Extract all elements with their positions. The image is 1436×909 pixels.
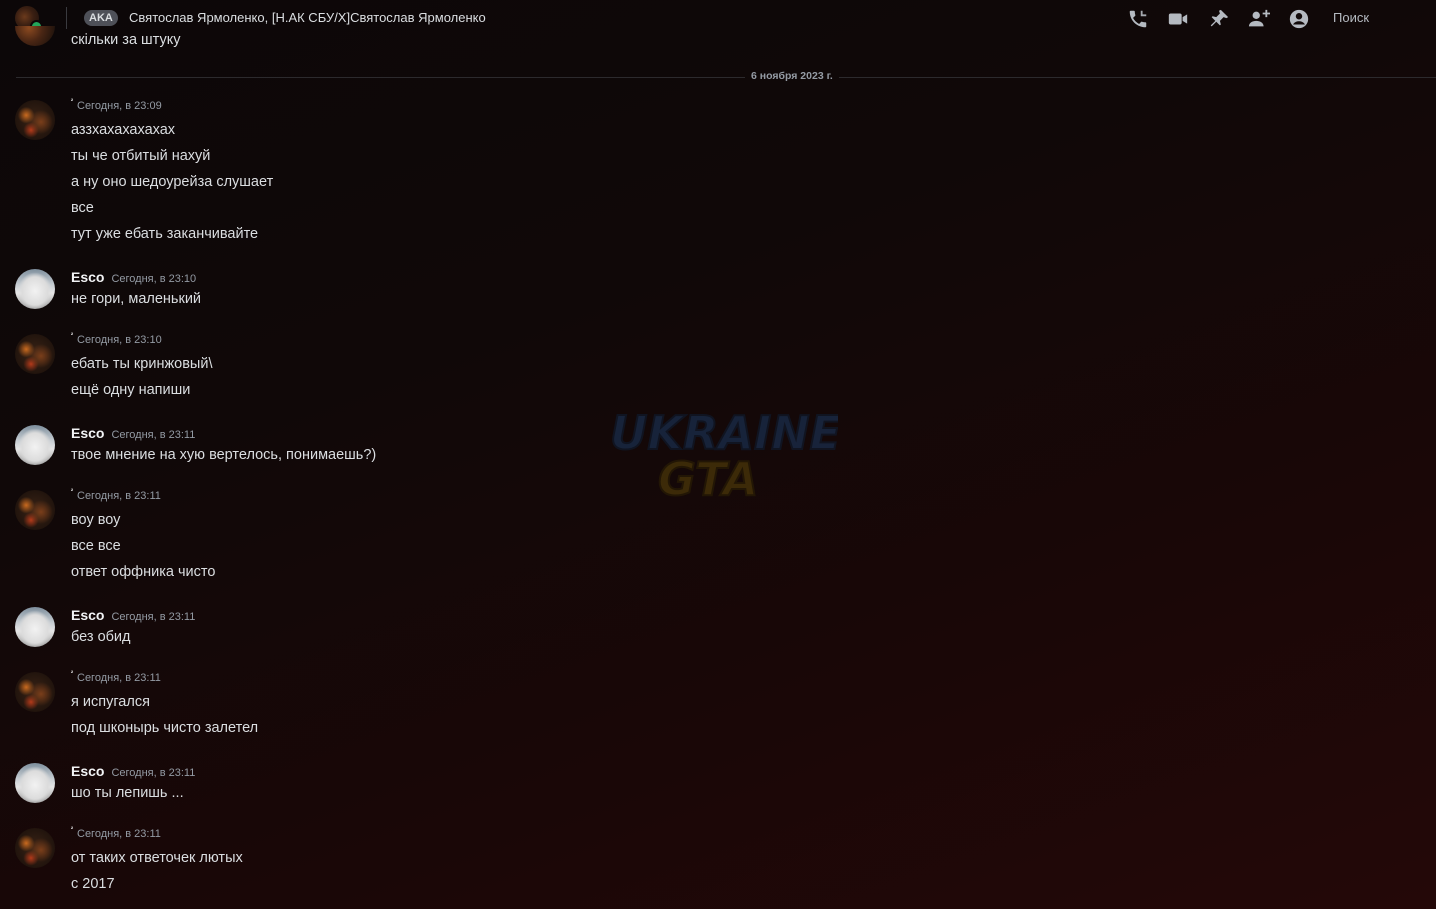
video-camera-icon[interactable] xyxy=(1167,8,1189,30)
message-line: а ну оно шедоурейза слушает xyxy=(71,174,274,190)
phone-call-icon[interactable] xyxy=(1127,8,1149,30)
avatar[interactable] xyxy=(15,490,55,530)
pin-icon[interactable] xyxy=(1208,8,1230,30)
message-line: шо ты лепишь ... xyxy=(71,785,184,801)
message-line: твое мнение на хую вертелось, понимаешь?… xyxy=(71,447,377,463)
timestamp: Сегодня, в 23:10 xyxy=(77,334,162,346)
timestamp: Сегодня, в 23:09 xyxy=(77,100,162,112)
message-line: тут уже ебать заканчивайте xyxy=(71,226,259,242)
header-divider xyxy=(66,7,67,29)
timestamp: Сегодня, в 23:11 xyxy=(111,429,196,441)
dm-title[interactable]: Святослав Ярмоленко, [Н.АК СБУ/Х]Святосл… xyxy=(129,10,486,25)
watermark-line2: GTA xyxy=(658,452,758,506)
search-input[interactable]: Поиск xyxy=(1333,10,1369,25)
username[interactable]: ² xyxy=(71,671,73,677)
aka-tag: AKA xyxy=(84,10,118,26)
avatar[interactable] xyxy=(15,26,55,46)
message-line: все xyxy=(71,200,94,216)
message-line: я испугался xyxy=(71,694,150,710)
avatar[interactable] xyxy=(15,100,55,140)
timestamp: Сегодня, в 23:11 xyxy=(77,828,161,840)
avatar[interactable] xyxy=(15,607,55,647)
message-line: скільки за штуку xyxy=(71,32,181,48)
message-line: все все xyxy=(71,538,121,554)
channel-header: AKA Святослав Ярмоленко, [Н.АК СБУ/Х]Свя… xyxy=(0,0,1436,36)
message-line: с 2017 xyxy=(71,876,115,892)
avatar[interactable] xyxy=(15,672,55,712)
avatar[interactable] xyxy=(15,334,55,374)
timestamp: Сегодня, в 23:11 xyxy=(77,490,161,502)
message-line: аззхахахахахах xyxy=(71,122,176,138)
username[interactable]: Esco xyxy=(71,607,104,623)
timestamp: Сегодня, в 23:11 xyxy=(111,611,196,623)
avatar[interactable] xyxy=(15,425,55,465)
date-divider-line xyxy=(16,77,1436,78)
ukraine-gta-watermark: UKRAINE GTA xyxy=(609,405,838,507)
timestamp: Сегодня, в 23:10 xyxy=(111,273,197,285)
message-line: не гори, маленький xyxy=(71,291,202,307)
timestamp: Сегодня, в 23:11 xyxy=(111,767,196,779)
avatar[interactable] xyxy=(15,763,55,803)
username[interactable]: Esco xyxy=(71,269,104,285)
date-divider: 6 ноября 2023 г. xyxy=(745,70,839,82)
avatar[interactable] xyxy=(15,269,55,309)
message-line: ещё одну напиши xyxy=(71,382,191,398)
message-line: ебать ты кринжовый\ xyxy=(71,356,213,372)
username[interactable]: ² xyxy=(71,333,73,339)
message-line: от таких ответочек лютых xyxy=(71,850,243,866)
add-friend-icon[interactable] xyxy=(1248,8,1270,30)
message-line: под шконырь чисто залетел xyxy=(71,720,259,736)
username[interactable]: Esco xyxy=(71,763,104,779)
message-line: воу воу xyxy=(71,512,121,528)
username[interactable]: Esco xyxy=(71,425,104,441)
avatar[interactable] xyxy=(15,828,55,868)
username[interactable]: ² xyxy=(71,99,73,105)
message-line: ответ оффника чисто xyxy=(71,564,216,580)
username[interactable]: ² xyxy=(71,827,73,833)
message-line: без обид xyxy=(71,629,131,645)
message-line: ты че отбитый нахуй xyxy=(71,148,211,164)
profile-icon[interactable] xyxy=(1288,8,1310,30)
timestamp: Сегодня, в 23:11 xyxy=(77,672,161,684)
username[interactable]: ² xyxy=(71,489,73,495)
